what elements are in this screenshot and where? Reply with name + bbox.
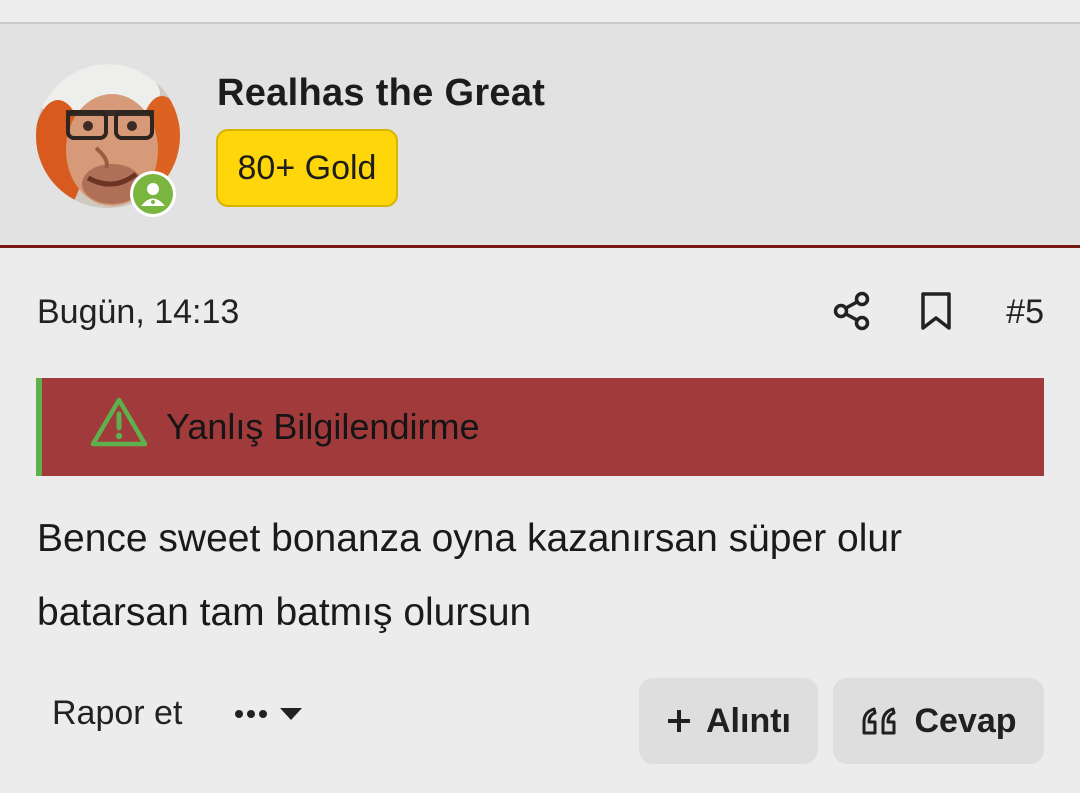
more-options-icon[interactable]	[234, 700, 306, 730]
post-body-line: Bence sweet bonanza oyna kazanırsan süpe…	[37, 517, 903, 560]
reply-button[interactable]: Cevap	[833, 678, 1044, 764]
author-badge: 80+ Gold	[216, 129, 398, 207]
reply-label: Cevap	[914, 701, 1017, 740]
bookmark-icon[interactable]	[919, 291, 953, 331]
post-number[interactable]: #5	[1006, 293, 1044, 332]
top-edge	[0, 0, 1080, 24]
warning-triangle-icon	[90, 397, 148, 447]
post-body-line: batarsan tam batmış olursun	[37, 591, 532, 634]
author-name[interactable]: Realhas the Great	[217, 72, 545, 115]
post-meta-row: Bugün, 14:13 #5	[37, 287, 1044, 337]
quote-marks-icon	[862, 707, 896, 735]
warning-label: Yanlış Bilgilendirme	[166, 406, 480, 447]
post-body: Bence sweet bonanza oyna kazanırsan süpe…	[37, 502, 1037, 650]
online-status-indicator	[130, 171, 176, 217]
plus-icon	[668, 710, 690, 732]
quote-label: Alıntı	[706, 701, 791, 740]
post-timestamp[interactable]: Bugün, 14:13	[37, 293, 239, 332]
warning-banner: Yanlış Bilgilendirme	[36, 378, 1044, 476]
post-author-header: Realhas the Great 80+ Gold	[0, 24, 1080, 248]
report-link[interactable]: Rapor et	[52, 694, 182, 733]
share-icon[interactable]	[833, 291, 871, 331]
quote-button[interactable]: Alıntı	[639, 678, 818, 764]
user-icon	[141, 183, 165, 206]
